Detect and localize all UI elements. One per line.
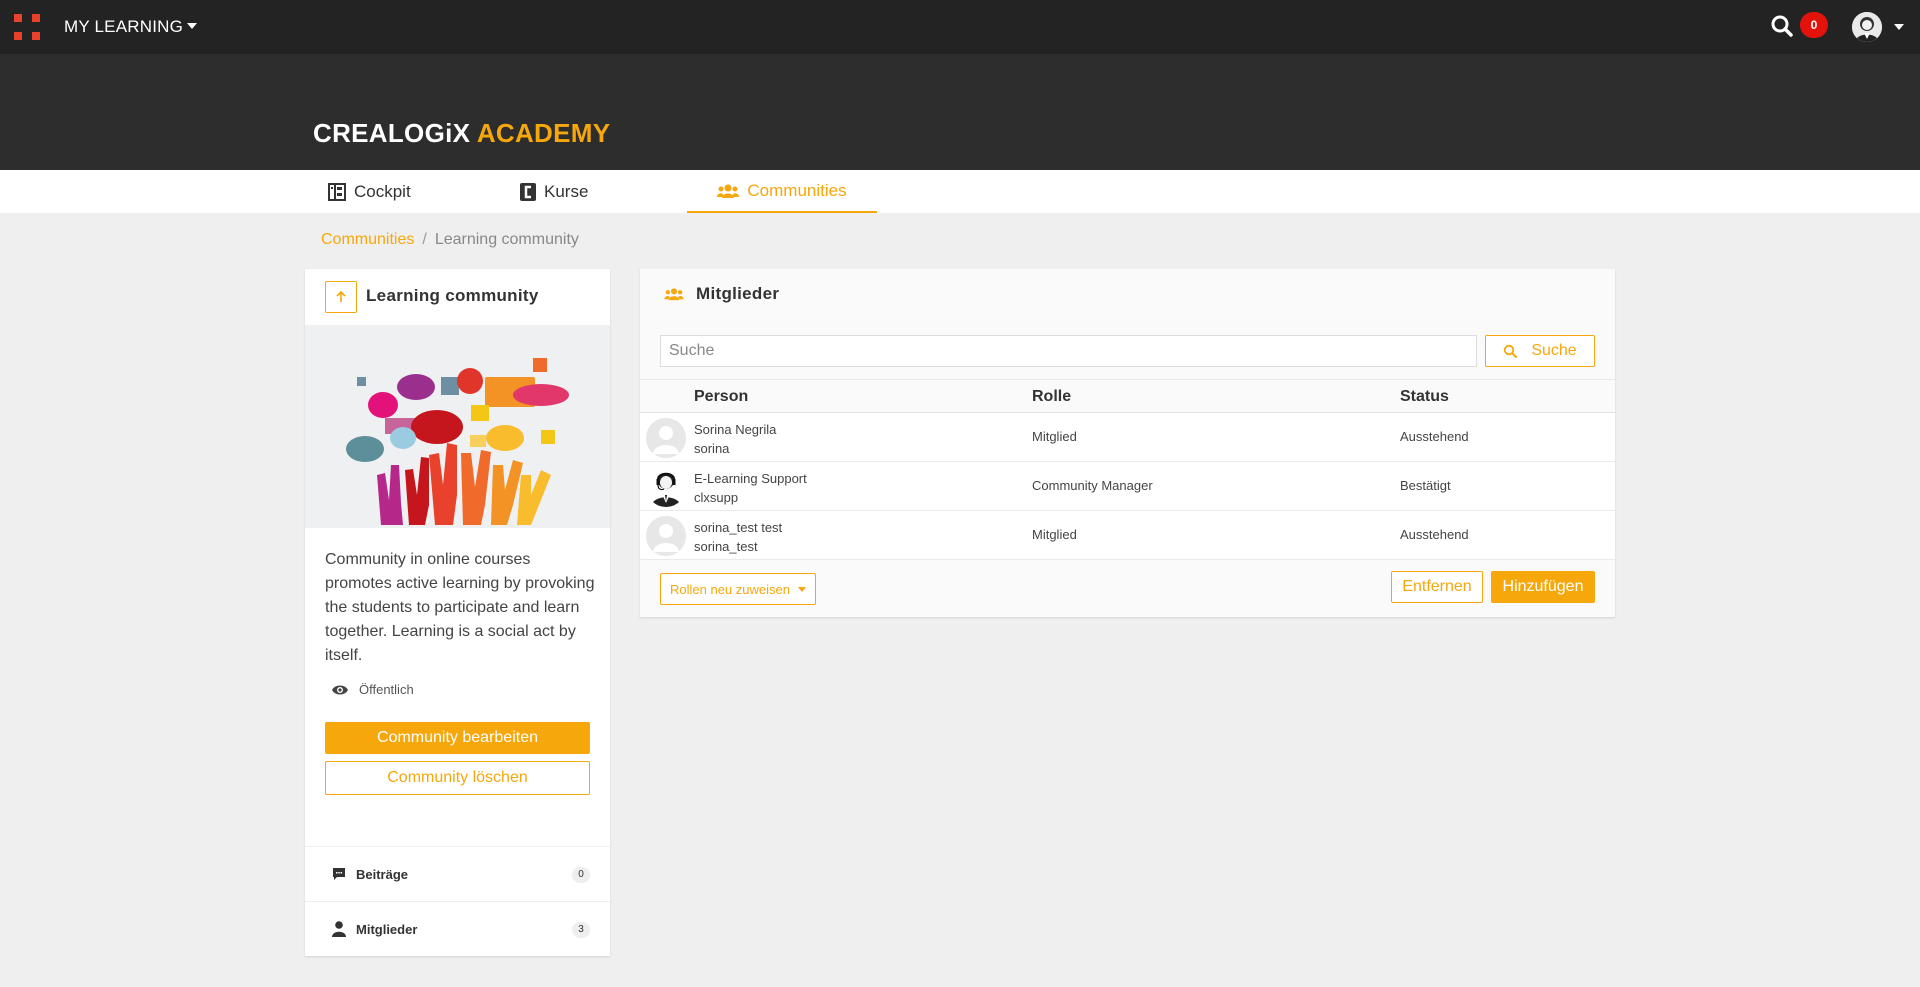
tab-kurse[interactable]: Kurse [520,170,588,213]
remove-member-button[interactable]: Entfernen [1391,571,1483,603]
cockpit-icon [328,182,346,201]
back-up-button[interactable] [325,281,357,313]
visibility-indicator: Öffentlich [331,682,414,697]
member-name-cell: E-Learning Support clxsupp [694,469,807,507]
header-banner: CREALOGiX ACADEMY [0,54,1920,170]
column-header-rolle[interactable]: Rolle [1032,388,1071,406]
visibility-label: Öffentlich [359,682,414,697]
tab-cockpit-label: Cockpit [354,181,411,201]
member-search-button-label: Suche [1531,342,1577,359]
tab-kurse-label: Kurse [544,181,589,201]
breadcrumb-separator: / [422,231,427,248]
top-bar: MY LEARNING 0 [0,0,1920,54]
community-card-header: Learning community [305,269,610,325]
member-username: clxsupp [694,490,739,505]
member-search-input[interactable] [660,335,1477,367]
column-header-status[interactable]: Status [1400,388,1449,406]
main-tabs: Cockpit Kurse Communities [0,170,1920,213]
community-detail-card: Learning community Community in online c… [305,269,610,956]
brand-logo[interactable]: CREALOGiX ACADEMY [313,118,610,149]
my-learning-menu[interactable]: MY LEARNING [64,17,198,37]
members-card-header: Mitglieder [664,284,779,304]
comment-icon [333,868,345,880]
eye-icon [332,685,348,694]
communities-icon [717,184,740,198]
sidebar-item-mitglieder[interactable]: Mitglieder 3 [305,901,610,956]
add-member-button[interactable]: Hinzufügen [1491,571,1595,603]
member-role: Community Manager [1032,478,1153,493]
edit-community-button[interactable]: Community bearbeiten [325,722,590,754]
members-title: Mitglieder [696,284,780,303]
reassign-roles-label: Rollen neu zuweisen [670,581,790,597]
courses-icon [520,182,536,201]
member-search-button[interactable]: Suche [1485,335,1595,367]
breadcrumb-communities-link[interactable]: Communities [321,231,414,248]
brand-name: CREALOGiX [313,118,471,148]
arrow-up-icon [336,290,346,302]
member-status: Ausstehend [1400,527,1469,542]
support-agent-icon [646,467,686,507]
member-status: Ausstehend [1400,429,1469,444]
member-username: sorina_test [694,539,758,554]
sidebar-item-beitraege-label: Beiträge [356,866,409,882]
default-avatar-icon [646,418,686,458]
sidebar-item-mitglieder-label: Mitglieder [356,921,418,937]
chevron-down-icon [187,23,198,29]
member-name-cell: sorina_test test sorina_test [694,518,782,556]
community-image [305,325,610,528]
user-avatar-icon[interactable] [1852,12,1882,42]
tab-cockpit[interactable]: Cockpit [328,170,411,213]
brand-suffix: ACADEMY [476,118,611,148]
user-menu-chevron-icon[interactable] [1894,24,1904,30]
member-status: Bestätigt [1400,478,1451,493]
community-description: Community in online courses promotes act… [325,551,595,664]
breadcrumb: Communities / Learning community [321,231,579,249]
default-avatar-icon [646,516,686,556]
mitglieder-count-badge: 3 [572,922,590,938]
tab-communities[interactable]: Communities [687,170,877,213]
search-icon [1504,344,1518,358]
member-role: Mitglied [1032,429,1077,444]
reassign-roles-dropdown[interactable]: Rollen neu zuweisen [660,573,816,605]
member-full-name: sorina_test test [694,520,783,535]
notification-badge[interactable]: 0 [1800,12,1828,38]
table-row[interactable]: Sorina Negrila sorina Mitglied Ausstehen… [640,413,1615,462]
members-table-header: Person Rolle Status [640,379,1615,413]
community-sidebar-menu: Beiträge 0 Mitglieder 3 [305,846,610,956]
member-full-name: Sorina Negrila [694,422,777,437]
member-name-cell: Sorina Negrila sorina [694,420,776,458]
sidebar-item-beitraege[interactable]: Beiträge 0 [305,846,610,901]
apps-grid-icon[interactable] [14,14,42,40]
members-card: Mitglieder Suche Person Rolle Status Sor… [640,269,1615,617]
table-row[interactable]: E-Learning Support clxsupp Community Man… [640,462,1615,511]
person-icon [332,921,346,937]
beitraege-count-badge: 0 [572,867,590,883]
breadcrumb-current: Learning community [434,231,579,248]
member-full-name: E-Learning Support [694,471,807,486]
column-header-person[interactable]: Person [694,388,748,406]
member-role: Mitglied [1032,527,1077,542]
members-group-icon [664,288,684,301]
search-icon[interactable] [1770,14,1794,38]
my-learning-label: MY LEARNING [64,17,184,36]
chevron-down-icon [798,587,806,592]
table-row[interactable]: sorina_test test sorina_test Mitglied Au… [640,511,1615,560]
community-title: Learning community [366,286,539,305]
tab-communities-label: Communities [747,180,847,200]
delete-community-button[interactable]: Community löschen [325,761,590,795]
member-username: sorina [694,441,730,456]
